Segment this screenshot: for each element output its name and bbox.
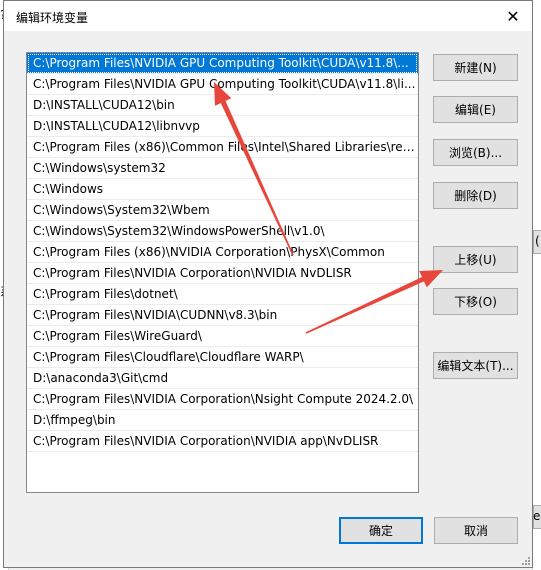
path-list-item[interactable]: D:\ffmpeg\bin bbox=[27, 410, 418, 431]
path-list-item[interactable]: C:\Windows\System32\Wbem bbox=[27, 200, 418, 221]
path-list-item[interactable]: D:\INSTALL\CUDA12\libnvvp bbox=[27, 116, 418, 137]
browse-button[interactable]: 浏览(B)... bbox=[433, 139, 518, 166]
background-window-right bbox=[532, 0, 541, 570]
path-list-item[interactable]: C:\Program Files\NVIDIA Corporation\Nsig… bbox=[27, 389, 418, 410]
resize-grip-icon[interactable] bbox=[520, 555, 530, 565]
path-list-item[interactable]: C:\Program Files\NVIDIA\CUDNN\v8.3\bin bbox=[27, 305, 418, 326]
ok-button[interactable]: 确定 bbox=[339, 517, 423, 544]
cancel-button[interactable]: 取消 bbox=[434, 517, 518, 544]
move-up-button[interactable]: 上移(U) bbox=[433, 246, 518, 273]
path-list-item[interactable]: C:\Program Files (x86)\NVIDIA Corporatio… bbox=[27, 242, 418, 263]
move-down-button[interactable]: 下移(O) bbox=[433, 288, 518, 315]
new-button[interactable]: 新建(N) bbox=[433, 54, 518, 81]
background-text-fragment: ( bbox=[535, 234, 540, 248]
path-list-item[interactable]: C:\Windows\System32\WindowsPowerShell\v1… bbox=[27, 221, 418, 242]
edit-button[interactable]: 编辑(E) bbox=[433, 96, 518, 123]
path-list-item[interactable]: C:\Program Files\WireGuard\ bbox=[27, 326, 418, 347]
edit-text-button[interactable]: 编辑文本(T)... bbox=[433, 352, 518, 379]
path-list-item[interactable]: C:\Program Files\NVIDIA GPU Computing To… bbox=[27, 74, 418, 95]
path-list-item[interactable]: D:\INSTALL\CUDA12\bin bbox=[27, 95, 418, 116]
path-list-item[interactable]: C:\Program Files\dotnet\ bbox=[27, 284, 418, 305]
close-icon[interactable]: ✕ bbox=[500, 4, 526, 28]
path-list-item[interactable]: C:\Program Files (x86)\Common Files\Inte… bbox=[27, 137, 418, 158]
background-text-fragment: e bbox=[533, 509, 541, 523]
path-list-item[interactable]: C:\Program Files\NVIDIA GPU Computing To… bbox=[27, 53, 418, 74]
path-list-item[interactable]: C:\Program Files\Cloudflare\Cloudflare W… bbox=[27, 347, 418, 368]
title-bar[interactable]: 编辑环境变量 ✕ bbox=[4, 1, 532, 31]
path-list-item[interactable]: C:\Program Files\NVIDIA Corporation\NVID… bbox=[27, 431, 418, 452]
dialog-title: 编辑环境变量 bbox=[16, 11, 89, 25]
path-list[interactable]: C:\Program Files\NVIDIA GPU Computing To… bbox=[26, 52, 419, 493]
path-list-item[interactable]: C:\Program Files\NVIDIA Corporation\NVID… bbox=[27, 263, 418, 284]
delete-button[interactable]: 删除(D) bbox=[433, 182, 518, 209]
path-list-item[interactable]: D:\anaconda3\Git\cmd bbox=[27, 368, 418, 389]
edit-env-variable-dialog: 编辑环境变量 ✕ C:\Program Files\NVIDIA GPU Com… bbox=[3, 0, 533, 568]
path-list-item[interactable]: C:\Windows\system32 bbox=[27, 158, 418, 179]
path-list-item[interactable]: C:\Windows bbox=[27, 179, 418, 200]
